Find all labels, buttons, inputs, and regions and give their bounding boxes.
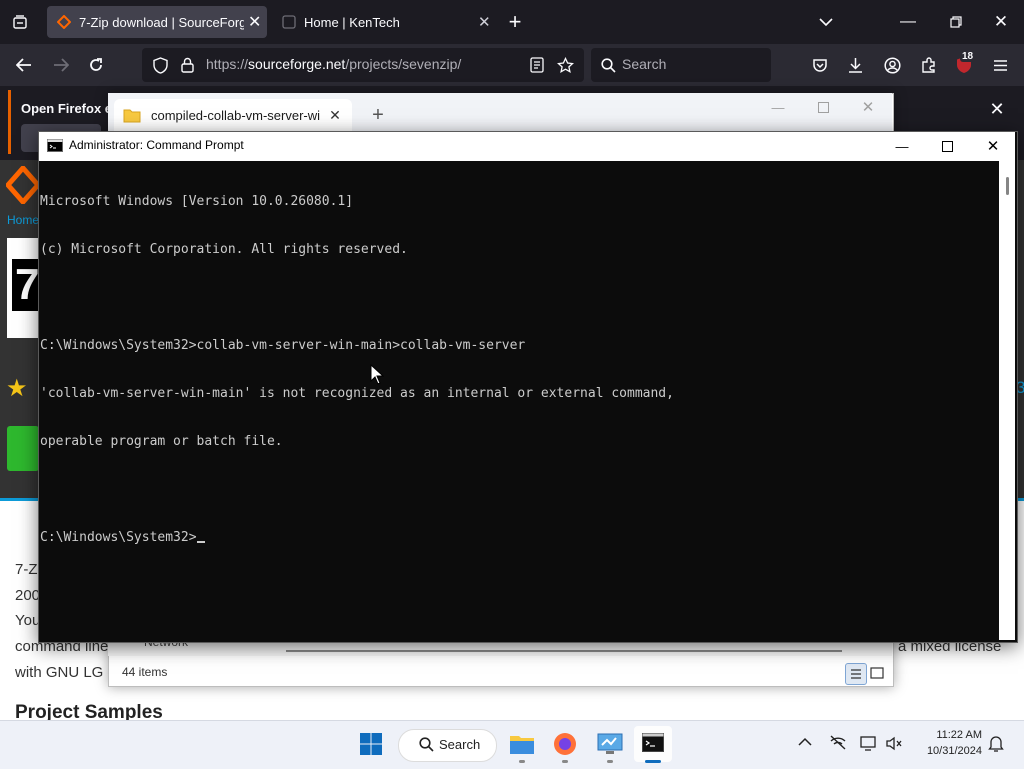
description-line: with GNU LG bbox=[15, 664, 104, 681]
notification-close-icon[interactable]: ✕ bbox=[985, 97, 1009, 121]
bookmark-star-icon[interactable] bbox=[554, 54, 576, 76]
file-explorer-taskbar-icon[interactable] bbox=[509, 732, 535, 756]
pocket-icon[interactable] bbox=[808, 53, 832, 77]
console-prompt-line: C:\Windows\System32> bbox=[40, 530, 998, 546]
cmd-minimize-button[interactable]: — bbox=[890, 136, 914, 156]
close-window-button[interactable]: ✕ bbox=[989, 10, 1013, 34]
reader-view-icon[interactable] bbox=[526, 54, 548, 76]
tab-kentech[interactable]: Home | KenTech ✕ bbox=[272, 6, 496, 38]
close-icon[interactable]: ✕ bbox=[248, 12, 261, 32]
taskbar-search-label: Search bbox=[439, 737, 481, 752]
tab-sourceforge[interactable]: 7-Zip download | SourceForge.net ✕ bbox=[47, 6, 267, 38]
forward-icon[interactable] bbox=[49, 53, 73, 77]
tab-title: 7-Zip download | SourceForge.net bbox=[79, 14, 244, 30]
rating-stars-icon: ★ bbox=[6, 375, 28, 402]
display-icon[interactable] bbox=[860, 735, 878, 751]
url-path: /projects/sevenzip/ bbox=[345, 56, 462, 72]
description-line: 200 bbox=[15, 587, 41, 604]
sourceforge-logo-icon bbox=[6, 166, 40, 204]
volume-muted-icon[interactable] bbox=[885, 736, 903, 751]
notification-accent bbox=[8, 90, 11, 154]
cmd-close-button[interactable]: ✕ bbox=[981, 136, 1005, 156]
back-icon[interactable] bbox=[12, 53, 36, 77]
lock-icon[interactable] bbox=[177, 54, 197, 76]
download-button[interactable] bbox=[7, 426, 39, 471]
project-logo: 7 bbox=[7, 238, 42, 338]
mouse-cursor-icon bbox=[370, 364, 384, 385]
console-line: (c) Microsoft Corporation. All rights re… bbox=[40, 242, 408, 257]
taskbar-time[interactable]: 11:22 AM bbox=[912, 729, 982, 741]
explorer-tab-title: compiled-collab-vm-server-wi bbox=[151, 108, 321, 123]
taskbar-date[interactable]: 10/31/2024 bbox=[912, 745, 982, 757]
reload-icon[interactable] bbox=[84, 53, 108, 77]
cmd-app-icon bbox=[47, 139, 63, 152]
console-prompt: C:\Windows\System32> bbox=[40, 530, 197, 545]
console-line: 'collab-vm-server-win-main' is not recog… bbox=[40, 386, 674, 401]
restore-button[interactable] bbox=[944, 10, 968, 34]
hamburger-menu-icon[interactable] bbox=[988, 53, 1012, 77]
remote-desktop-taskbar-icon[interactable] bbox=[597, 731, 623, 757]
chevron-up-icon[interactable] bbox=[798, 737, 812, 747]
close-icon[interactable]: ✕ bbox=[478, 13, 491, 31]
new-tab-button[interactable]: + bbox=[503, 9, 527, 34]
notification-text: Open Firefox ev bbox=[21, 101, 120, 116]
search-placeholder: Search bbox=[622, 56, 667, 72]
tab-list-icon[interactable] bbox=[8, 10, 32, 34]
console-line: operable program or batch file. bbox=[40, 434, 283, 449]
search-icon bbox=[419, 737, 434, 752]
account-icon[interactable] bbox=[880, 53, 904, 77]
tiles-view-button[interactable] bbox=[869, 665, 885, 681]
text-cursor bbox=[196, 541, 205, 543]
download-icon[interactable] bbox=[843, 53, 867, 77]
network-offline-icon[interactable] bbox=[829, 735, 847, 750]
breadcrumb-home[interactable]: Home bbox=[7, 213, 39, 227]
console-line: C:\Windows\System32>collab-vm-server-win… bbox=[40, 338, 526, 353]
extensions-icon[interactable] bbox=[917, 53, 941, 77]
cmd-console-output[interactable]: Microsoft Windows [Version 10.0.26080.1]… bbox=[40, 162, 998, 637]
globe-favicon-icon bbox=[282, 15, 296, 29]
cmd-title: Administrator: Command Prompt bbox=[69, 138, 244, 152]
minimize-button[interactable]: — bbox=[896, 10, 920, 34]
sourceforge-favicon-icon bbox=[57, 15, 71, 29]
chevron-down-icon[interactable] bbox=[814, 10, 838, 34]
details-view-button[interactable] bbox=[845, 663, 867, 685]
explorer-status-items: 44 items bbox=[122, 665, 168, 679]
running-indicator bbox=[607, 760, 613, 763]
windows-start-icon[interactable] bbox=[359, 732, 383, 756]
search-icon bbox=[597, 54, 619, 76]
url-domain: sourceforge.net bbox=[248, 56, 346, 72]
explorer-minimize-button[interactable]: — bbox=[768, 97, 788, 117]
explorer-scrollbar[interactable] bbox=[286, 650, 842, 652]
cmd-taskbar-icon bbox=[642, 733, 664, 752]
running-indicator bbox=[519, 760, 525, 763]
active-indicator bbox=[645, 760, 661, 763]
firefox-taskbar-icon[interactable] bbox=[553, 732, 577, 756]
cmd-scrollbar-thumb[interactable] bbox=[1006, 177, 1009, 195]
description-line: You bbox=[15, 612, 41, 629]
folder-icon bbox=[123, 108, 141, 123]
shield-icon[interactable] bbox=[150, 54, 170, 76]
explorer-new-tab-button[interactable]: + bbox=[368, 104, 388, 126]
running-indicator bbox=[562, 760, 568, 763]
cmd-scrollbar[interactable] bbox=[999, 161, 1015, 640]
description-line: 7-Z bbox=[15, 561, 38, 578]
cmd-maximize-button[interactable] bbox=[935, 136, 959, 156]
tab-title: Home | KenTech bbox=[304, 14, 400, 30]
explorer-maximize-button[interactable] bbox=[813, 97, 833, 117]
url-text[interactable]: https://sourceforge.net/projects/sevenzi… bbox=[206, 56, 461, 72]
url-prefix: https:// bbox=[206, 56, 249, 72]
extension-badge: 18 bbox=[960, 51, 976, 62]
explorer-close-button[interactable]: ✕ bbox=[858, 97, 878, 117]
explorer-tab-close-icon[interactable]: ✕ bbox=[325, 105, 345, 125]
console-line: Microsoft Windows [Version 10.0.26080.1] bbox=[40, 194, 354, 209]
notification-bell-icon[interactable] bbox=[988, 735, 1004, 753]
